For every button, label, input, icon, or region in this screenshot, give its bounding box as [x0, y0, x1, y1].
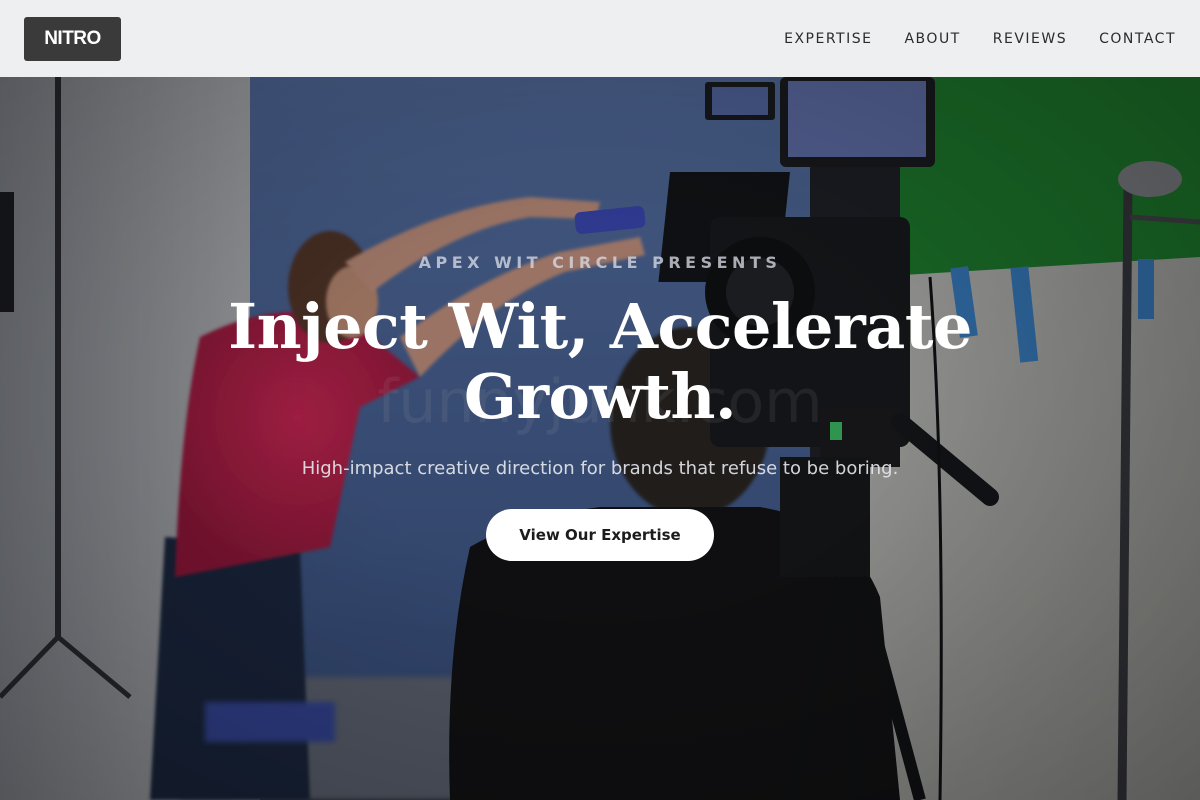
site-header: NITRO EXPERTISE ABOUT REVIEWS CONTACT: [0, 0, 1200, 77]
nav-link-reviews[interactable]: REVIEWS: [993, 31, 1067, 47]
nav-link-contact[interactable]: CONTACT: [1099, 31, 1176, 47]
main-nav: EXPERTISE ABOUT REVIEWS CONTACT: [752, 31, 1176, 47]
hero-eyebrow: APEX WIT CIRCLE PRESENTS: [418, 253, 782, 272]
view-expertise-button[interactable]: View Our Expertise: [486, 509, 714, 561]
nav-link-about[interactable]: ABOUT: [904, 31, 960, 47]
page: NITRO EXPERTISE ABOUT REVIEWS CONTACT AP…: [0, 0, 1200, 800]
hero-headline: Inject Wit, Accelerate Growth.: [228, 290, 972, 433]
hero-content: APEX WIT CIRCLE PRESENTS Inject Wit, Acc…: [0, 77, 1200, 561]
nav-link-expertise[interactable]: EXPERTISE: [784, 31, 872, 47]
hero-subheadline: High-impact creative direction for brand…: [301, 458, 899, 479]
logo[interactable]: NITRO: [24, 16, 121, 61]
